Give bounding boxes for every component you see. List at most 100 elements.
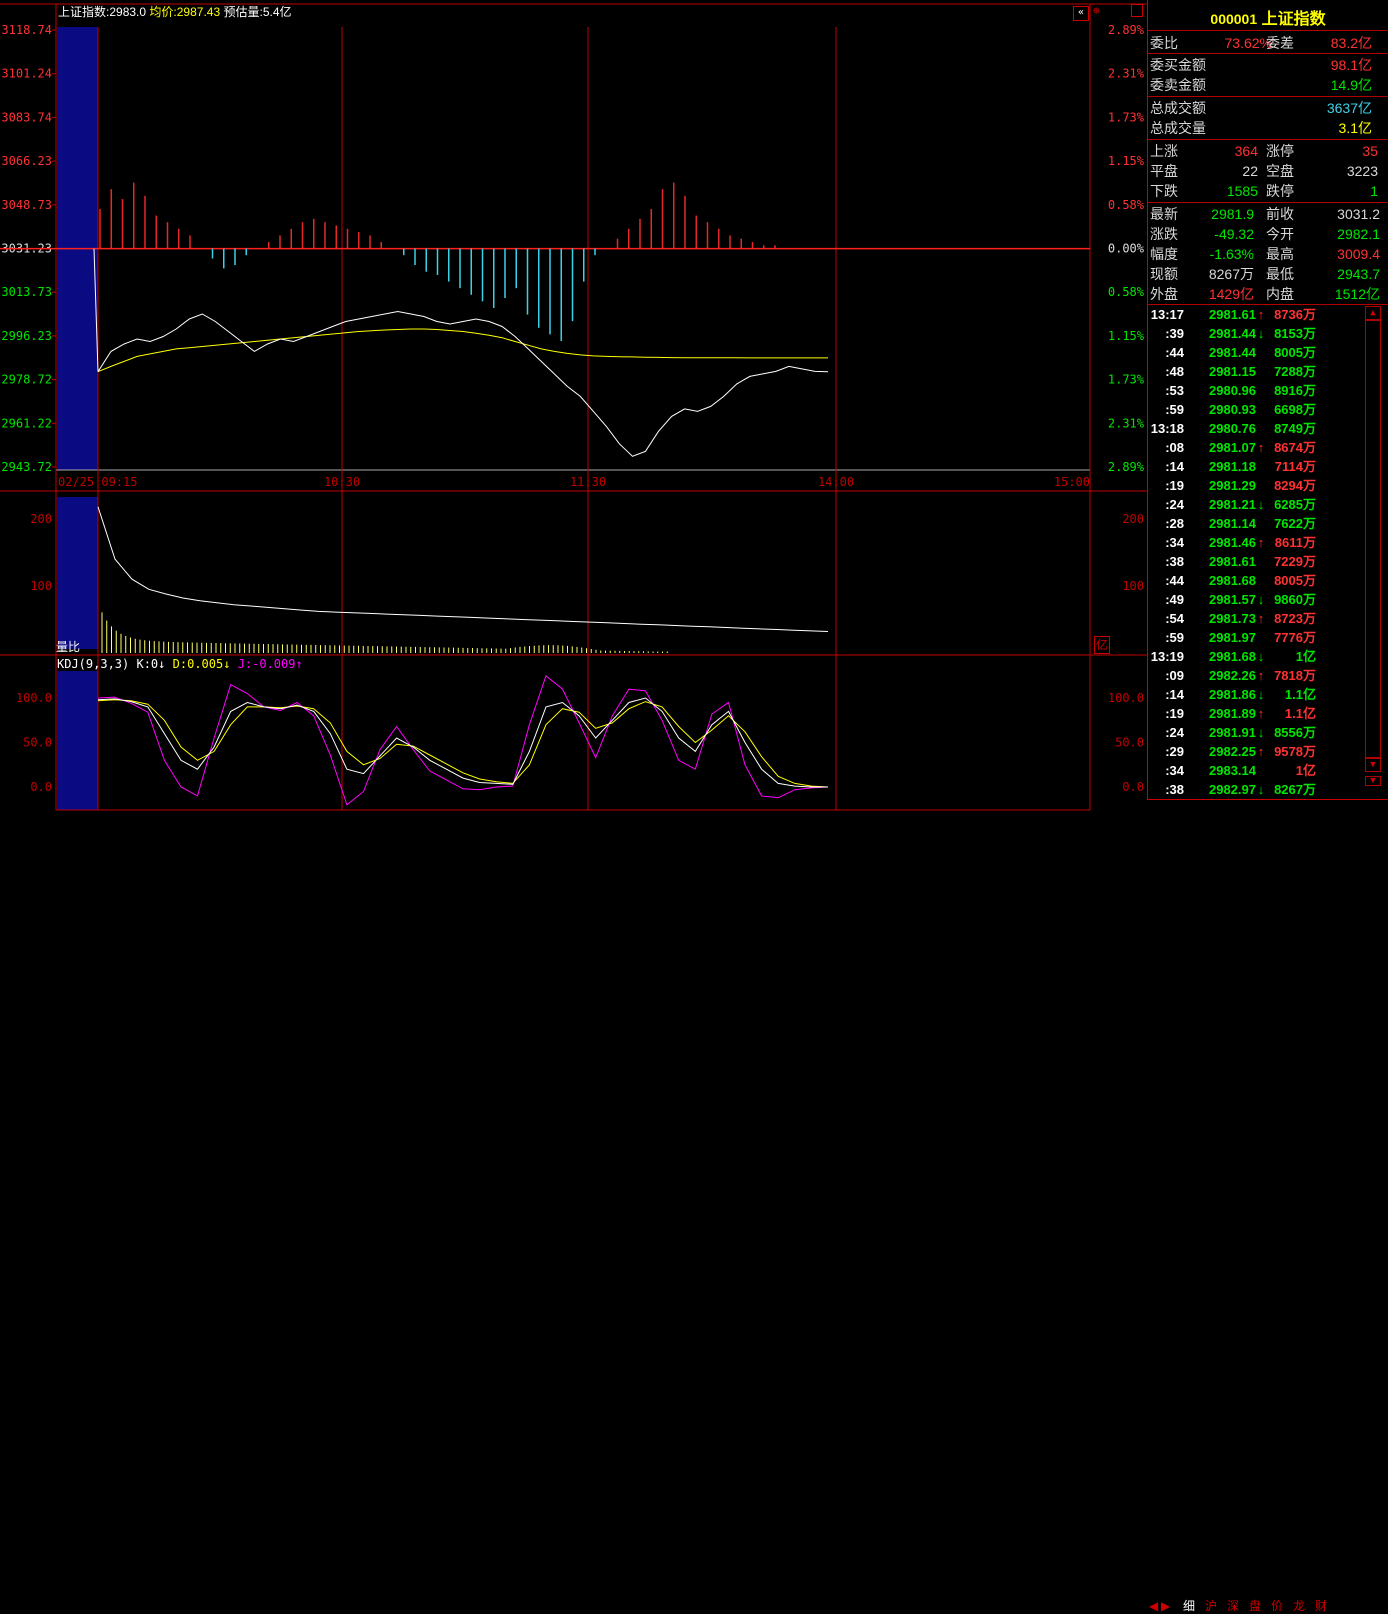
tick-price: 2980.96	[1209, 383, 1256, 398]
tick-time: :28	[1165, 516, 1184, 531]
tick-price: 2981.44	[1209, 345, 1256, 360]
volume-ratio-line	[97, 506, 829, 632]
breadth-value: 1585	[1226, 183, 1258, 199]
tick-price: 2981.61	[1209, 307, 1256, 322]
breadth-label: 上涨	[1150, 143, 1178, 159]
price-tick-label: 2943.72	[1, 460, 52, 474]
tick-price: 2980.93	[1209, 402, 1256, 417]
kdj-d-line	[97, 699, 829, 788]
breadth-label: 空盘	[1266, 163, 1294, 179]
scrollbar-track[interactable]	[1365, 320, 1381, 758]
tick-volume: 6698万	[1274, 402, 1316, 417]
pin-icon[interactable]: ⊕	[1093, 4, 1100, 17]
tick-price: 2981.68	[1209, 573, 1256, 588]
auction-block-volume	[57, 497, 98, 649]
time-tick-label: 02/25 09:15	[58, 475, 137, 489]
tick-volume: 8556万	[1274, 725, 1316, 740]
tick-volume: 8005万	[1274, 345, 1316, 360]
tick-time: 13:18	[1150, 421, 1184, 436]
tick-volume: 8005万	[1274, 573, 1316, 588]
tab-4[interactable]: 价	[1271, 1599, 1283, 1614]
tab-1[interactable]: 沪	[1205, 1599, 1217, 1614]
quote-value: 8267万	[1208, 266, 1254, 282]
tick-time: :14	[1165, 459, 1184, 474]
quote-label: 前收	[1266, 206, 1294, 222]
price-tick-label: 3048.73	[1, 198, 52, 212]
quote-value: 3009.4	[1337, 246, 1380, 262]
tick-price: 2981.29	[1209, 478, 1256, 493]
tick-time: :44	[1165, 345, 1184, 360]
scroll-end-icon[interactable]: ▼	[1365, 776, 1381, 786]
time-tick-label: 14:00	[818, 475, 854, 489]
tick-volume: 8749万	[1274, 421, 1316, 436]
tick-volume: 8153万	[1274, 326, 1316, 341]
tick-volume: 7288万	[1274, 364, 1316, 379]
volume-tick-label: 200	[1122, 512, 1144, 526]
tick-time: :49	[1165, 592, 1184, 607]
quote-label: 最高	[1266, 246, 1294, 262]
quote-value: 2943.7	[1337, 266, 1380, 282]
quote-value: -49.32	[1214, 226, 1254, 242]
tab-nav-left-icon[interactable]: ◀	[1149, 1599, 1158, 1614]
sell-amount-label: 委卖金额	[1150, 77, 1206, 93]
scroll-down-icon[interactable]: ▼	[1365, 758, 1381, 772]
tick-time: 13:17	[1150, 307, 1184, 322]
tick-price: 2981.68	[1209, 649, 1256, 664]
tab-2[interactable]: 深	[1227, 1599, 1239, 1614]
intraday-chart[interactable]: 3118.74 2.89% 3101.24 2.31% 3083.74 1.73% 3066…	[0, 0, 1147, 814]
kdj-tick-label: 50.0	[1115, 736, 1144, 750]
panel-title: 000001 上证指数	[1148, 5, 1388, 29]
price-tick-label: 3066.23	[1, 154, 52, 168]
scroll-up-icon[interactable]: ▲	[1365, 306, 1381, 320]
tick-volume: 8674万	[1274, 440, 1316, 455]
kdj-tick-label: 50.0	[23, 736, 52, 750]
tick-volume: 1.1亿	[1284, 706, 1316, 721]
order-ratio-label: 委比	[1150, 35, 1178, 51]
percent-tick-label: 1.73%	[1108, 373, 1145, 387]
price-tick-label: 2996.23	[1, 329, 52, 343]
time-tick-label: 11:30	[570, 475, 606, 489]
volume-unit-button[interactable]: 亿	[1094, 636, 1110, 654]
stock-code: 000001	[1210, 11, 1258, 27]
tick-time: :09	[1165, 668, 1184, 683]
tick-volume: 7229万	[1274, 554, 1316, 569]
kdj-tick-label: 0.0	[1122, 780, 1144, 794]
tab-0[interactable]: 细	[1183, 1599, 1195, 1614]
percent-tick-label: 1.15%	[1108, 329, 1145, 343]
tick-time: :44	[1165, 573, 1184, 588]
maximize-icon[interactable]	[1131, 4, 1143, 17]
tick-price: 2981.91	[1209, 725, 1256, 740]
avg-price-label: 均价:	[149, 5, 177, 19]
tick-price: 2982.26	[1209, 668, 1256, 683]
quote-value: 2982.1	[1337, 226, 1380, 242]
tick-price: 2981.89	[1209, 706, 1256, 721]
price-tick-label: 3118.74	[1, 23, 52, 37]
tab-nav-right-icon[interactable]: ▶	[1161, 1599, 1170, 1614]
percent-tick-label: 0.58%	[1108, 198, 1145, 212]
breadth-value: 35	[1362, 143, 1378, 159]
total-volume-label: 总成交量	[1150, 120, 1206, 136]
quote-label: 涨跌	[1150, 226, 1178, 242]
tab-5[interactable]: 龙	[1293, 1599, 1305, 1614]
tick-price: 2983.14	[1209, 763, 1256, 778]
tick-volume: 1亿	[1295, 649, 1316, 664]
percent-tick-label: 1.73%	[1108, 110, 1145, 124]
stock-name: 上证指数	[1261, 11, 1326, 28]
quote-value: 2981.9	[1211, 206, 1254, 222]
volume-tick-label: 200	[30, 512, 52, 526]
volume-ratio-title: 量比	[56, 640, 81, 654]
tab-6[interactable]: 财	[1315, 1599, 1327, 1614]
quote-label: 幅度	[1150, 246, 1178, 262]
quote-panel: 000001 上证指数 委比 73.62% 委差 83.2亿 委买金额 98.1亿 委卖金额…	[1147, 0, 1388, 814]
double-chevron-left-icon[interactable]: «	[1073, 6, 1089, 21]
percent-tick-label: 0.00%	[1108, 242, 1145, 256]
tab-3[interactable]: 盘	[1249, 1599, 1261, 1614]
price-line	[97, 310, 829, 457]
kdj-title: KDJ(9,3,3)	[57, 657, 130, 671]
tick-volume: 8736万	[1274, 307, 1316, 322]
tick-time: :48	[1165, 364, 1184, 379]
tick-price: 2981.14	[1209, 516, 1256, 531]
kdj-tick-label: 0.0	[30, 780, 52, 794]
tick-time: :19	[1165, 706, 1184, 721]
price-tick-label: 2961.22	[1, 416, 52, 430]
